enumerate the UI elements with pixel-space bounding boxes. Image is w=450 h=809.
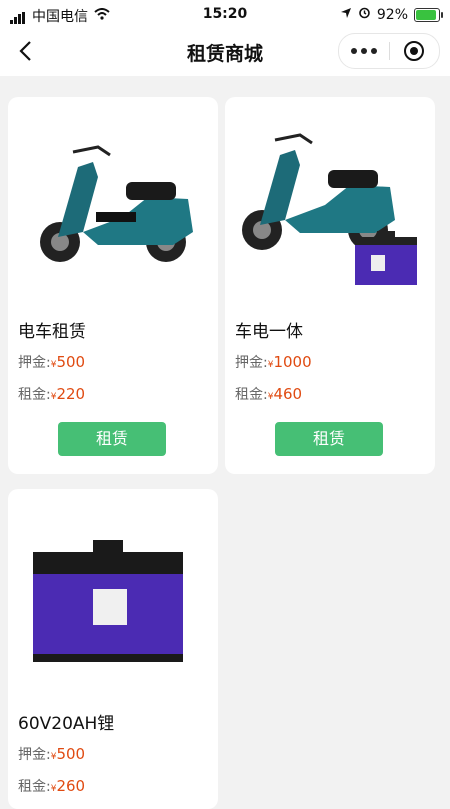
lithium-battery-image — [33, 540, 183, 662]
navigation-bar: 租赁商城 — [0, 28, 450, 76]
product-name: 车电一体 — [235, 322, 303, 342]
deposit-value: 500 — [56, 745, 86, 763]
deposit-label: 押金: — [18, 747, 51, 763]
rent-label: 租金: — [18, 387, 51, 403]
battery-icon — [414, 7, 443, 22]
status-right: 92% — [340, 6, 443, 23]
product-card-scooter-battery[interactable]: 车电一体 押金:¥1000 租金:¥460 租赁 — [225, 97, 435, 474]
product-name: 60V20AH锂 — [18, 714, 115, 734]
product-card-scooter[interactable]: 电车租赁 押金:¥500 租金:¥220 租赁 — [8, 97, 218, 474]
deposit-value: 1000 — [273, 353, 312, 371]
rent-button[interactable]: 租赁 — [275, 422, 383, 456]
rent-value: 460 — [273, 385, 303, 403]
rent-value: 220 — [56, 385, 86, 403]
battery-fill — [416, 9, 437, 20]
rent-row: 租金:¥220 — [18, 384, 85, 404]
rent-value: 260 — [56, 777, 86, 795]
deposit-value: 500 — [56, 353, 86, 371]
deposit-label: 押金: — [18, 355, 51, 371]
more-dots-icon[interactable] — [339, 34, 389, 68]
rent-row: 租金:¥460 — [235, 384, 302, 404]
scooter-image — [40, 145, 193, 262]
scooter-battery-image — [242, 133, 417, 285]
capsule-divider — [389, 42, 390, 60]
product-name: 电车租赁 — [18, 322, 86, 342]
location-arrow-icon — [340, 7, 352, 23]
mini-program-capsule — [338, 33, 440, 69]
alarm-icon — [358, 6, 371, 23]
close-target-icon[interactable] — [404, 41, 424, 61]
status-bar: 中国电信 15:20 92% — [0, 0, 450, 28]
rent-row: 租金:¥260 — [18, 776, 85, 796]
product-card-battery[interactable]: 60V20AH锂 押金:¥500 租金:¥260 — [8, 489, 218, 809]
deposit-row: 押金:¥500 — [18, 744, 85, 764]
rent-label: 租金: — [18, 779, 51, 795]
deposit-row: 押金:¥1000 — [235, 352, 312, 372]
rent-button[interactable]: 租赁 — [58, 422, 166, 456]
rent-label: 租金: — [235, 387, 268, 403]
deposit-label: 押金: — [235, 355, 268, 371]
battery-percent: 92% — [376, 6, 408, 23]
deposit-row: 押金:¥500 — [18, 352, 85, 372]
